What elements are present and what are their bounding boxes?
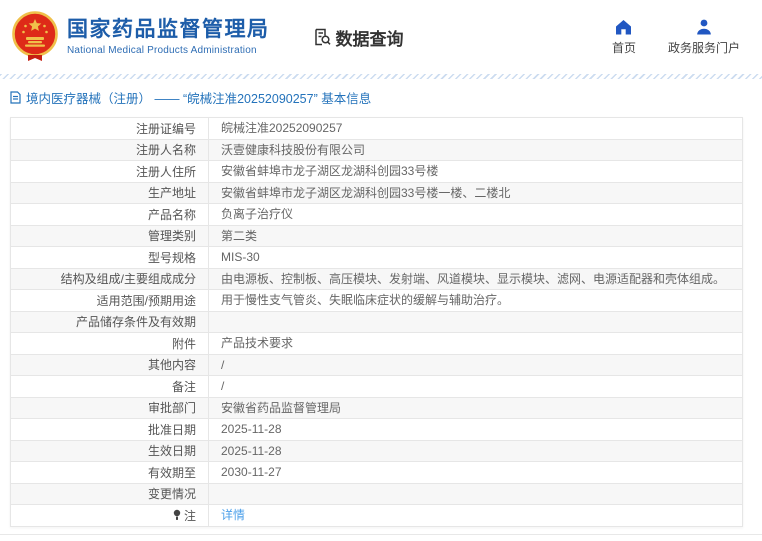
field-value: / xyxy=(209,376,742,397)
nav-gov-portal[interactable]: 政务服务门户 xyxy=(668,18,740,56)
user-icon xyxy=(695,18,713,36)
field-value: 2030-11-27 xyxy=(209,462,742,483)
table-row: 其他内容 / xyxy=(11,354,742,376)
field-label: 附件 xyxy=(11,333,209,354)
registration-info-table: 注册证编号 皖械注准20252090257 注册人名称 沃壹健康科技股份有限公司… xyxy=(10,117,743,527)
table-row: 结构及组成/主要组成成分 由电源板、控制板、高压模块、发射端、风道模块、显示模块… xyxy=(11,268,742,290)
field-value: 2025-11-28 xyxy=(209,441,742,462)
table-row: 变更情况 xyxy=(11,483,742,505)
field-label: 注册人名称 xyxy=(11,140,209,161)
field-label: 变更情况 xyxy=(11,484,209,505)
table-row: 注册人名称 沃壹健康科技股份有限公司 xyxy=(11,139,742,161)
table-row: 审批部门 安徽省药品监督管理局 xyxy=(11,397,742,419)
field-label: 产品储存条件及有效期 xyxy=(11,312,209,333)
field-value: 由电源板、控制板、高压模块、发射端、风道模块、显示模块、滤网、电源适配器和壳体组… xyxy=(209,269,742,290)
field-label: 生产地址 xyxy=(11,183,209,204)
site-header: 国家药品监督管理局 National Medical Products Admi… xyxy=(0,0,762,74)
nav-home[interactable]: 首页 xyxy=(612,18,636,56)
field-label-note: 注 xyxy=(11,505,209,526)
field-label: 管理类别 xyxy=(11,226,209,247)
table-row: 生效日期 2025-11-28 xyxy=(11,440,742,462)
table-row: 产品名称 负离子治疗仪 xyxy=(11,203,742,225)
field-value: MIS-30 xyxy=(209,247,742,268)
field-label: 产品名称 xyxy=(11,204,209,225)
field-label: 批准日期 xyxy=(11,419,209,440)
field-label: 适用范围/预期用途 xyxy=(11,290,209,311)
table-row: 产品储存条件及有效期 xyxy=(11,311,742,333)
table-row: 注册人住所 安徽省蚌埠市龙子湖区龙湖科创园33号楼 xyxy=(11,160,742,182)
field-value: 产品技术要求 xyxy=(209,333,742,354)
field-value: 安徽省蚌埠市龙子湖区龙湖科创园33号楼一楼、二楼北 xyxy=(209,183,742,204)
field-label: 有效期至 xyxy=(11,462,209,483)
field-label: 生效日期 xyxy=(11,441,209,462)
data-query-label: 数据查询 xyxy=(336,25,404,50)
gov-portal-label: 政务服务门户 xyxy=(668,39,740,56)
table-row: 注 详情 xyxy=(11,504,742,526)
org-name-en: National Medical Products Administration xyxy=(67,45,270,56)
table-row: 型号规格 MIS-30 xyxy=(11,246,742,268)
field-label: 其他内容 xyxy=(11,355,209,376)
field-value: 详情 xyxy=(209,505,742,526)
field-value: 负离子治疗仪 xyxy=(209,204,742,225)
bottom-divider xyxy=(0,534,762,535)
field-label: 注 xyxy=(184,507,196,524)
hatched-divider xyxy=(0,74,762,79)
home-label: 首页 xyxy=(612,39,636,56)
header-right-nav: 首页 政务服务门户 xyxy=(612,18,746,56)
field-label: 结构及组成/主要组成成分 xyxy=(11,269,209,290)
field-label: 备注 xyxy=(11,376,209,397)
field-value: 沃壹健康科技股份有限公司 xyxy=(209,140,742,161)
data-query-icon xyxy=(312,27,332,47)
nav-data-query[interactable]: 数据查询 xyxy=(312,25,404,50)
document-icon xyxy=(10,91,21,104)
table-row: 附件 产品技术要求 xyxy=(11,332,742,354)
breadcrumb: 境内医疗器械（注册） —— “皖械注准20252090257” 基本信息 xyxy=(10,89,762,106)
field-label: 注册人住所 xyxy=(11,161,209,182)
field-value: 第二类 xyxy=(209,226,742,247)
field-value xyxy=(209,484,742,505)
table-row: 有效期至 2030-11-27 xyxy=(11,461,742,483)
breadcrumb-text: 境内医疗器械（注册） —— “皖械注准20252090257” 基本信息 xyxy=(26,88,371,107)
detail-link[interactable]: 详情 xyxy=(221,507,245,523)
field-label: 审批部门 xyxy=(11,398,209,419)
table-row: 批准日期 2025-11-28 xyxy=(11,418,742,440)
field-value: 安徽省蚌埠市龙子湖区龙湖科创园33号楼 xyxy=(209,161,742,182)
field-value: 皖械注准20252090257 xyxy=(209,118,742,139)
note-icon xyxy=(173,509,181,521)
field-label: 注册证编号 xyxy=(11,118,209,139)
table-row: 管理类别 第二类 xyxy=(11,225,742,247)
field-value: 用于慢性支气管炎、失眠临床症状的缓解与辅助治疗。 xyxy=(209,290,742,311)
org-name: 国家药品监督管理局 xyxy=(67,18,270,42)
table-row: 适用范围/预期用途 用于慢性支气管炎、失眠临床症状的缓解与辅助治疗。 xyxy=(11,289,742,311)
field-value: / xyxy=(209,355,742,376)
table-row: 生产地址 安徽省蚌埠市龙子湖区龙湖科创园33号楼一楼、二楼北 xyxy=(11,182,742,204)
home-icon xyxy=(614,18,633,36)
field-value: 2025-11-28 xyxy=(209,419,742,440)
field-value: 安徽省药品监督管理局 xyxy=(209,398,742,419)
table-row: 备注 / xyxy=(11,375,742,397)
field-label: 型号规格 xyxy=(11,247,209,268)
nmpa-emblem-logo xyxy=(12,11,58,63)
table-row: 注册证编号 皖械注准20252090257 xyxy=(11,118,742,139)
brand: 国家药品监督管理局 National Medical Products Admi… xyxy=(12,11,270,63)
field-value xyxy=(209,312,742,333)
